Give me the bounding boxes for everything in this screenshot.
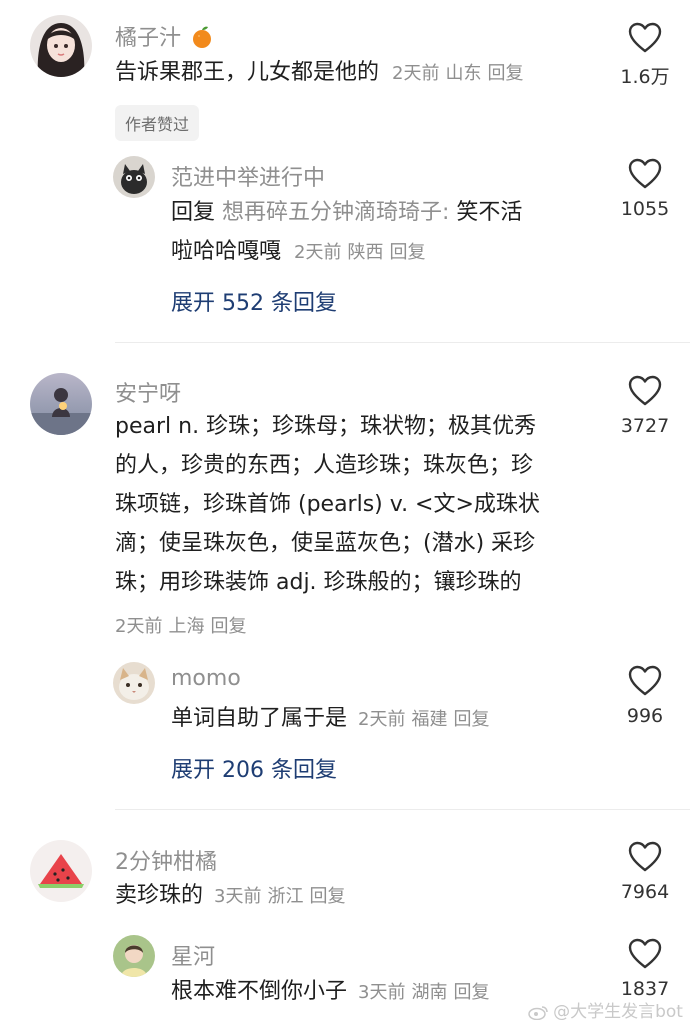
- comment-text-line: 滴；使呈珠灰色，使呈蓝灰色；(潜水) 采珍: [115, 531, 536, 556]
- like-button[interactable]: 7964: [600, 841, 690, 903]
- reply-text: 单词自助了属于是: [171, 706, 348, 731]
- reply-button[interactable]: 回复: [487, 63, 523, 84]
- reply-body: 根本难不倒你小子 3天前 湖南 回复: [171, 976, 495, 1009]
- comment-text-line: 珠；用珍珠装饰 adj. 珍珠般的；镶珍珠的: [115, 570, 522, 595]
- comment-text-line: 珠项链，珍珠首饰 (pearls) v. <文>成珠状: [115, 492, 540, 517]
- heart-outline-icon: [628, 22, 662, 53]
- heart-outline-icon: [628, 938, 662, 969]
- comment-location: 上海: [168, 616, 205, 637]
- username[interactable]: 2分钟柑橘: [115, 844, 217, 876]
- comment-1-header: 橘子汁: [115, 20, 214, 53]
- avatar[interactable]: [113, 662, 155, 704]
- expand-replies-button[interactable]: 展开 552 条回复: [171, 285, 337, 317]
- author-liked-badge: 作者赞过: [115, 105, 200, 141]
- reply-body: 回复 想再碎五分钟滴琦琦子: 笑不活 啦哈哈嘎嘎 2天前 陕西 回复: [171, 197, 591, 269]
- weibo-logo-icon: [528, 1004, 548, 1024]
- username[interactable]: 星河: [171, 939, 215, 971]
- comment-meta: 2天前 福建 回复: [358, 709, 495, 730]
- reply-button[interactable]: 回复: [210, 616, 246, 637]
- divider: [115, 342, 690, 343]
- comment-meta: 3天前 湖南 回复: [358, 982, 495, 1003]
- avatar[interactable]: [113, 156, 155, 198]
- reply-prefix: 回复: [171, 200, 216, 225]
- comment-meta: 2天前 上海 回复: [115, 612, 252, 638]
- like-button[interactable]: 3727: [600, 375, 690, 437]
- username[interactable]: momo: [171, 666, 241, 691]
- like-button[interactable]: 1837: [600, 938, 690, 1000]
- username[interactable]: 范进中举进行中: [171, 160, 325, 192]
- comment-time: 2天前: [115, 616, 163, 637]
- reply-text: 根本难不倒你小子: [171, 979, 348, 1004]
- comment-meta: 3天前 浙江 回复: [214, 886, 351, 907]
- comment-meta: 2天前 山东 回复: [392, 63, 529, 84]
- comment-time: 3天前: [214, 886, 262, 907]
- like-count: 3727: [620, 415, 670, 437]
- comment-body: pearl n. 珍珠；珍珠母；珠状物；极其优秀 的人，珍贵的东西；人造珍珠；珠…: [115, 411, 595, 606]
- watermark: @大学生发言bot: [528, 997, 683, 1024]
- divider: [115, 809, 690, 810]
- like-count: 996: [626, 705, 664, 727]
- comment-text: 告诉果郡王，儿女都是他的: [115, 60, 380, 85]
- comment-location: 陕西: [347, 242, 384, 263]
- like-count: 1055: [620, 198, 670, 220]
- reply-text: 啦哈哈嘎嘎: [171, 239, 282, 264]
- quoted-username[interactable]: 想再碎五分钟滴琦琦子:: [222, 200, 449, 225]
- reply-button[interactable]: 回复: [389, 242, 425, 263]
- like-button[interactable]: 1055: [600, 158, 690, 220]
- comment-text-line: pearl n. 珍珠；珍珠母；珠状物；极其优秀: [115, 414, 537, 439]
- comment-time: 2天前: [358, 709, 406, 730]
- expand-replies-button[interactable]: 展开 206 条回复: [171, 752, 337, 784]
- reply-button[interactable]: 回复: [453, 982, 489, 1003]
- watermark-text: @大学生发言bot: [553, 1002, 683, 1022]
- comment-time: 2天前: [294, 242, 342, 263]
- avatar[interactable]: [30, 373, 92, 435]
- orange-emoji-icon: [190, 25, 214, 53]
- comment-text-line: 的人，珍贵的东西；人造珍珠；珠灰色；珍: [115, 453, 534, 478]
- avatar[interactable]: [30, 15, 92, 77]
- comment-location: 浙江: [267, 886, 304, 907]
- comment-location: 湖南: [411, 982, 448, 1003]
- username[interactable]: 安宁呀: [115, 376, 181, 408]
- reply-button[interactable]: 回复: [453, 709, 489, 730]
- reply-button[interactable]: 回复: [309, 886, 345, 907]
- comment-location: 山东: [445, 63, 482, 84]
- username[interactable]: 橘子汁: [115, 26, 181, 51]
- heart-outline-icon: [628, 841, 662, 872]
- like-button[interactable]: 996: [600, 665, 690, 727]
- comment-location: 福建: [411, 709, 448, 730]
- avatar[interactable]: [113, 935, 155, 977]
- reply-text: 笑不活: [449, 200, 523, 225]
- heart-outline-icon: [628, 375, 662, 406]
- like-button[interactable]: 1.6万: [600, 22, 690, 89]
- heart-outline-icon: [628, 665, 662, 696]
- heart-outline-icon: [628, 158, 662, 189]
- reply-body: 单词自助了属于是 2天前 福建 回复: [171, 703, 495, 736]
- comment-text: 卖珍珠的: [115, 883, 204, 908]
- comment-time: 3天前: [358, 982, 406, 1003]
- comment-time: 2天前: [392, 63, 440, 84]
- comment-meta: 2天前 陕西 回复: [294, 242, 431, 263]
- like-count: 7964: [620, 881, 670, 903]
- comment-body: 告诉果郡王，儿女都是他的 2天前 山东 回复: [115, 57, 529, 90]
- comment-body: 卖珍珠的 3天前 浙江 回复: [115, 880, 351, 913]
- like-count: 1.6万: [620, 66, 670, 88]
- avatar[interactable]: [30, 840, 92, 902]
